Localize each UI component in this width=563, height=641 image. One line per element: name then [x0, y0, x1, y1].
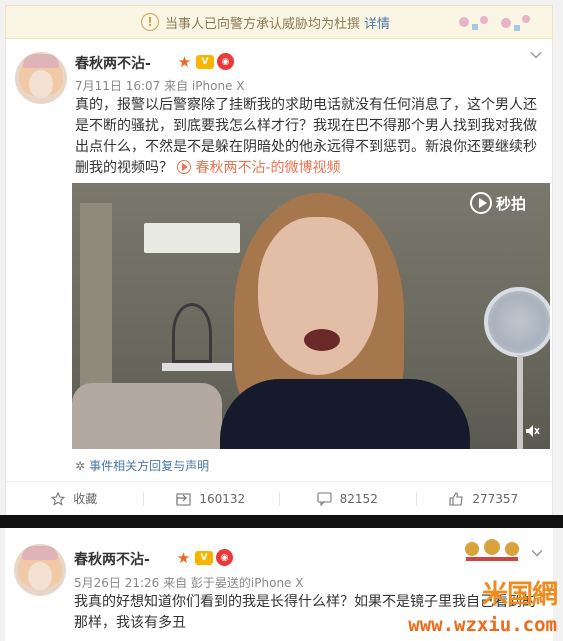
verified-badge-icon: ◉	[216, 549, 233, 566]
post-action-bar: 收藏 160132 82152 277357	[6, 481, 552, 515]
video-link[interactable]: 春秋两不沾-的微博视频	[177, 160, 341, 176]
warning-icon: !	[141, 13, 159, 31]
user-badges: ★ V ◉	[175, 548, 233, 567]
avatar[interactable]	[15, 52, 67, 104]
related-label: 事件相关方回复与声明	[89, 459, 210, 473]
chevron-down-icon[interactable]	[531, 547, 543, 559]
user-badges: ★ V ◉	[176, 52, 234, 71]
thumbs-up-icon	[449, 491, 463, 506]
decoration-sticker-icon	[459, 15, 530, 31]
comment-icon	[317, 491, 332, 506]
author-name[interactable]: 春秋两不沾-	[74, 549, 150, 569]
comment-count: 82152	[339, 491, 378, 506]
divider	[0, 515, 563, 528]
post-meta: 5月26日 21:26 来自 彭于晏送的iPhone X	[74, 576, 304, 590]
video-link-label: 春秋两不沾-的微博视频	[195, 160, 341, 176]
repost-button[interactable]: 160132	[142, 482, 280, 515]
miaopai-logo-icon	[470, 192, 492, 214]
related-statement-link[interactable]: ✲ 事件相关方回复与声明	[75, 457, 209, 474]
gear-icon: ✲	[75, 458, 86, 473]
post-text: 真的，报警以后警察除了挂断我的求助电话就没有任何消息了，这个男人还是不断的骚扰，…	[75, 95, 550, 179]
star-outline-icon	[51, 491, 66, 506]
author-name[interactable]: 春秋两不沾-	[75, 53, 151, 73]
comment-button[interactable]: 82152	[279, 482, 416, 515]
video-player[interactable]: 秒拍	[72, 183, 550, 449]
watermark-text: 秒拍	[496, 194, 527, 213]
vip-badge-icon: V	[196, 54, 214, 69]
share-icon	[176, 492, 191, 506]
like-count: 277357	[472, 491, 519, 506]
repost-count: 160132	[199, 491, 246, 506]
favorite-label: 收藏	[73, 492, 98, 506]
video-watermark: 秒拍	[470, 192, 526, 214]
notice-text: 当事人已向警方承认威胁均为杜撰	[165, 16, 361, 32]
notice-bar[interactable]: ! 当事人已向警方承认威胁均为杜撰 详情	[5, 5, 553, 39]
star-badge-icon: ★	[177, 52, 192, 71]
avatar[interactable]	[14, 544, 66, 596]
site-url: www.wzxiu.com	[408, 614, 557, 636]
notice-details-link[interactable]: 详情	[364, 13, 390, 32]
like-button[interactable]: 277357	[415, 482, 553, 515]
favorite-button[interactable]: 收藏	[6, 482, 143, 515]
card-sticker-icon	[465, 539, 519, 561]
star-badge-icon: ★	[176, 548, 191, 567]
mute-icon[interactable]	[524, 423, 540, 439]
site-logo: 米国網	[481, 580, 558, 610]
chevron-down-icon[interactable]	[530, 49, 542, 61]
weibo-post: 春秋两不沾- ★ V ◉ 7月11日 16:07 来自 iPhone X 真的，…	[5, 39, 553, 515]
play-circle-icon	[177, 160, 192, 174]
verified-badge-icon: ◉	[217, 53, 234, 70]
post-meta: 7月11日 16:07 来自 iPhone X	[75, 79, 245, 93]
vip-badge-icon: V	[195, 550, 213, 565]
